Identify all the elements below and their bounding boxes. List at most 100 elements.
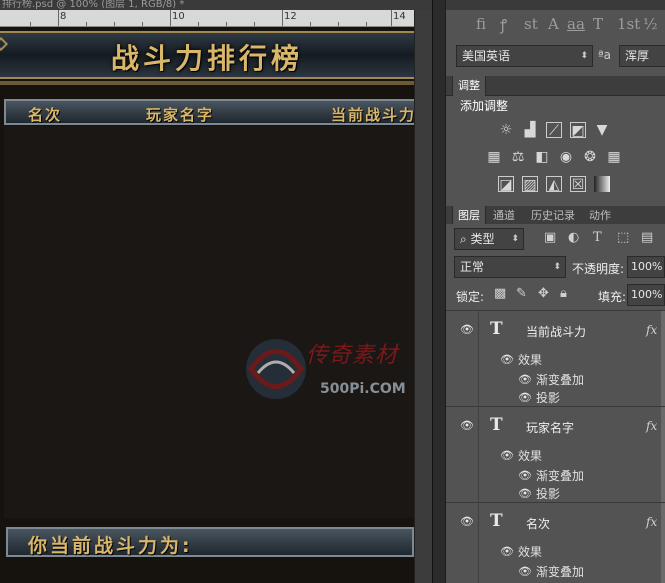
panel-divider[interactable] [432, 0, 445, 583]
lock-pixels-icon[interactable]: ✎ [516, 286, 527, 301]
bw-icon[interactable]: ◧ [534, 149, 550, 165]
layer-name[interactable]: 玩家名字 [526, 419, 574, 436]
antialias-select[interactable]: 浑厚 [619, 45, 665, 67]
ruler-tick [310, 22, 311, 26]
eye-icon[interactable]: 👁︎ [460, 419, 474, 432]
effect-item[interactable]: 投影 [536, 485, 560, 502]
titling-button[interactable]: A [548, 15, 559, 33]
tab-adjustments[interactable]: 调整 [452, 76, 486, 96]
swash-button[interactable]: ꝭ [500, 15, 507, 35]
chevron-updown-icon: ⬍ [580, 51, 588, 61]
effects-label: 效果 [518, 353, 543, 367]
divider [478, 503, 479, 583]
blend-mode-value: 正常 [460, 260, 485, 274]
layers-scrollbar[interactable] [661, 407, 665, 504]
posterize-icon[interactable]: ▨ [522, 176, 538, 193]
smartobject-filter-icon[interactable]: ▤ [641, 230, 653, 245]
layers-scrollbar[interactable] [661, 503, 665, 583]
ranking-panel: 战斗力排行榜 名次 玩家名字 当前战斗力 传奇素材 500Pi.COM 你当前战… [0, 27, 416, 583]
fill-input[interactable]: 100% [627, 284, 665, 306]
canvas-area[interactable]: 排行榜.psd @ 100% (图层 1, RGB/8) * 8 10 12 1… [0, 0, 432, 583]
ruler-tick [198, 22, 199, 26]
tab-actions[interactable]: 动作 [584, 206, 616, 226]
blend-mode-select[interactable]: 正常 ⬍ [454, 256, 566, 278]
language-select[interactable]: 美国英语 ⬍ [456, 45, 593, 67]
curves-icon[interactable]: ⟋ [546, 122, 562, 139]
ruler-tick [226, 22, 227, 26]
opacity-label: 不透明度: [572, 262, 625, 276]
eye-icon[interactable]: 👁︎ [518, 487, 532, 500]
layer-name[interactable]: 当前战斗力 [526, 323, 586, 340]
selectivecolor-icon[interactable]: ☒ [570, 176, 586, 193]
tab-layers[interactable]: 图层 [452, 206, 486, 226]
gradientmap-icon[interactable] [594, 176, 610, 192]
lock-all-icon[interactable]: 🔒︎ [560, 286, 567, 301]
effects-label: 效果 [518, 545, 543, 559]
fraction-button[interactable]: ½ [643, 15, 658, 33]
watermark-text: 500Pi.COM [320, 381, 406, 397]
text-layer-icon: T [490, 511, 503, 531]
fx-icon[interactable]: fx [646, 323, 657, 337]
layer-name[interactable]: 名次 [526, 515, 550, 532]
add-adjustment-label: 添加调整 [460, 99, 509, 113]
watermark-logo-icon [246, 339, 306, 399]
eye-icon[interactable]: 👁︎ [518, 469, 532, 482]
my-power-label: 你当前战斗力为: [28, 535, 193, 557]
ornament-button[interactable]: aa [567, 15, 585, 33]
brightness-icon[interactable]: ☼ [498, 122, 514, 138]
effect-item[interactable]: 渐变叠加 [536, 371, 584, 388]
eye-icon[interactable]: 👁︎ [500, 353, 514, 366]
divider [478, 311, 479, 408]
chevron-updown-icon: ⬍ [553, 262, 561, 272]
layers-scrollbar[interactable] [661, 311, 665, 408]
eye-icon[interactable]: 👁︎ [460, 323, 474, 336]
photofilter-icon[interactable]: ◉ [558, 149, 574, 165]
effect-item[interactable]: 投影 [536, 389, 560, 406]
eye-icon[interactable]: 👁︎ [500, 449, 514, 462]
ordinal-button[interactable]: T [593, 15, 603, 33]
filter-kind-value: 类型 [470, 232, 495, 246]
hue-icon[interactable]: ▦ [486, 149, 502, 165]
eye-icon[interactable]: 👁︎ [460, 515, 474, 528]
layer-row[interactable]: 👁︎ T 玩家名字 fx 👁︎ 效果 👁︎ 渐变叠加 👁︎ 投影 [446, 406, 665, 504]
panel-top-edge [446, 0, 665, 10]
divider [478, 407, 479, 504]
type-filter-icon[interactable]: T [593, 230, 602, 245]
invert-icon[interactable]: ◪ [498, 176, 514, 193]
exposure-icon[interactable]: ◩ [570, 122, 586, 139]
adjustment-filter-icon[interactable]: ◐ [568, 230, 579, 245]
eye-icon[interactable]: 👁︎ [518, 565, 532, 578]
ranking-title: 战斗力排行榜 [110, 42, 303, 75]
vibrance-icon[interactable]: ▼ [594, 122, 610, 138]
ruler-number: 12 [284, 11, 297, 22]
channelmixer-icon[interactable]: ❂ [582, 149, 598, 165]
image-filter-icon[interactable]: ▣ [544, 230, 556, 245]
layer-row[interactable]: 👁︎ T 名次 fx 👁︎ 效果 👁︎ 渐变叠加 [446, 502, 665, 583]
fx-icon[interactable]: fx [646, 515, 657, 529]
layer-filter-select[interactable]: ⌕ 类型 ⬍ [454, 228, 524, 250]
eye-icon[interactable]: 👁︎ [500, 545, 514, 558]
lock-position-icon[interactable]: ✥ [538, 286, 549, 301]
shape-filter-icon[interactable]: ⬚ [617, 230, 629, 245]
effect-item[interactable]: 渐变叠加 [536, 563, 584, 580]
document-tab-title[interactable]: 排行榜.psd @ 100% (图层 1, RGB/8) * [0, 0, 432, 10]
tab-channels[interactable]: 通道 [488, 206, 520, 226]
threshold-icon[interactable]: ◭ [546, 176, 562, 193]
canvas-vertical-scrollbar[interactable] [414, 10, 432, 583]
lock-transparency-icon[interactable]: ▩ [494, 286, 506, 301]
colorlookup-icon[interactable]: ▦ [606, 149, 622, 165]
opacity-input[interactable]: 100% [627, 256, 665, 278]
levels-icon[interactable]: ▟ [522, 122, 538, 138]
ruler-tick [142, 22, 143, 26]
eye-icon[interactable]: 👁︎ [518, 373, 532, 386]
superscript-button[interactable]: 1st [617, 15, 640, 33]
tab-history[interactable]: 历史记录 [526, 206, 580, 226]
effect-item[interactable]: 渐变叠加 [536, 467, 584, 484]
ligature-button[interactable]: fi [476, 15, 486, 33]
eye-icon[interactable]: 👁︎ [518, 391, 532, 404]
layer-row[interactable]: 👁︎ T 当前战斗力 fx 👁︎ 效果 👁︎ 渐变叠加 👁︎ 投影 [446, 310, 665, 408]
horizontal-ruler: 8 10 12 14 [0, 10, 432, 27]
balance-icon[interactable]: ⚖ [510, 149, 526, 165]
fx-icon[interactable]: fx [646, 419, 657, 433]
stylistic-alternate-button[interactable]: st [524, 15, 538, 33]
